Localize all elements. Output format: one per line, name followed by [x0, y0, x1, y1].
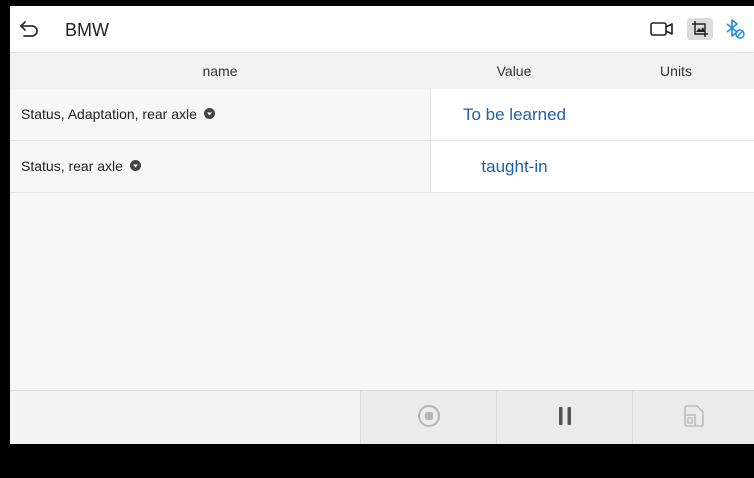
table-row[interactable]: Status, rear axle taught-in: [10, 141, 754, 193]
name-cell: Status, Adaptation, rear axle: [10, 89, 430, 140]
video-record-icon[interactable]: [648, 18, 676, 40]
row-name-wrap: Status, Adaptation, rear axle: [21, 89, 215, 140]
toolbar-spacer: [10, 391, 360, 444]
column-header-name: name: [202, 63, 238, 79]
pause-icon: [555, 405, 575, 432]
stop-icon: [417, 404, 441, 433]
dropdown-icon[interactable]: [129, 141, 141, 192]
column-header-value: Value: [496, 63, 532, 79]
name-cell: Status, rear axle: [10, 141, 430, 192]
value-cell: taught-in: [430, 141, 599, 192]
save-icon: [682, 404, 706, 433]
stop-button[interactable]: [360, 391, 497, 444]
app-screen: BMW name Value Units Status, Adaptation,…: [10, 6, 754, 444]
page-title: BMW: [65, 20, 109, 40]
bottom-toolbar: [10, 390, 754, 444]
dropdown-icon[interactable]: [203, 89, 215, 140]
row-name-wrap: Status, rear axle: [21, 141, 141, 192]
units-cell: [598, 141, 754, 192]
row-name: Status, Adaptation, rear axle: [21, 106, 197, 122]
value-cell: To be learned: [430, 89, 599, 140]
header-bar: BMW: [10, 6, 754, 53]
row-name: Status, rear axle: [21, 158, 123, 174]
table-row[interactable]: Status, Adaptation, rear axle To be lear…: [10, 89, 754, 141]
table-header: name Value Units: [10, 53, 754, 89]
screenshot-icon[interactable]: [687, 18, 713, 40]
system-bar: [0, 444, 754, 478]
pause-button[interactable]: [496, 391, 633, 444]
units-cell: [598, 89, 754, 140]
bluetooth-icon[interactable]: [723, 18, 747, 40]
column-header-units: Units: [660, 63, 692, 79]
save-button[interactable]: [632, 391, 754, 444]
back-arrow-icon[interactable]: [18, 18, 42, 40]
